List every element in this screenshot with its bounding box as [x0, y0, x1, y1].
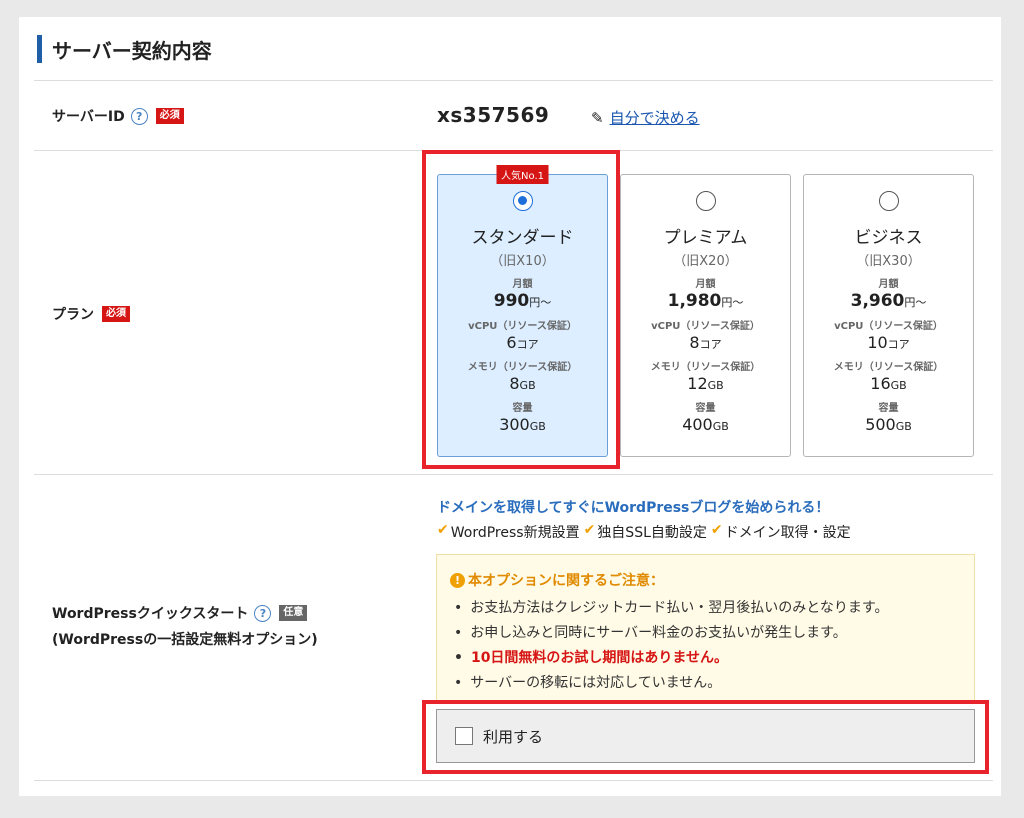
section-title-bar — [37, 35, 42, 63]
spec-label-storage: 容量 — [878, 403, 899, 414]
highlight-frame-plan — [422, 150, 620, 469]
optional-badge: 任意 — [279, 605, 308, 621]
plan-label-text: プラン — [52, 307, 94, 323]
section-title: サーバー契約内容 — [37, 35, 212, 63]
spec-label-memory: メモリ（リソース保証） — [833, 362, 944, 373]
feature-item: WordPress新規設置 — [450, 525, 580, 541]
notice-item: お申し込みと同時にサーバー料金のお支払いが発生します。 — [450, 621, 974, 646]
notice-item: サーバーの移転には対応していません。 — [450, 671, 974, 696]
wp-quick-label-line1: WordPressクイックスタート ? 任意 — [52, 603, 308, 623]
help-icon[interactable]: ? — [254, 604, 272, 622]
notice-title-text: 本オプションに関するご注意： — [468, 573, 664, 589]
plan-name: プレミアム — [663, 228, 748, 248]
notice-list: お支払方法はクレジットカード払い・翌月後払いのみとなります。 お申し込みと同時に… — [450, 596, 974, 696]
spec-label-memory: メモリ（リソース保証） — [650, 362, 761, 373]
self-decide: ✎ 自分で決める — [591, 107, 700, 128]
help-icon[interactable]: ? — [130, 107, 148, 125]
notice-title: ! 本オプションに関するご注意： — [450, 570, 974, 590]
required-badge: 必須 — [155, 108, 184, 124]
plan-card-business[interactable]: ビジネス （旧X30） 月額 3,960円～ vCPU（リソース保証） 10コア… — [803, 174, 974, 457]
divider — [34, 80, 993, 81]
check-icon: ✔ — [583, 522, 596, 538]
plan-card-premium[interactable]: プレミアム （旧X20） 月額 1,980円～ vCPU（リソース保証） 8コア… — [620, 174, 791, 457]
plan-radio-business[interactable] — [878, 191, 899, 211]
plan-storage: 500GB — [865, 415, 912, 434]
wp-quick-headline: ドメインを取得してすぐにWordPressブログを始められる！ — [437, 500, 830, 516]
server-contract-panel: サーバー契約内容 サーバーID ? 必須 xs357569 ✎ 自分で決める プ… — [19, 17, 1001, 796]
plan-storage: 400GB — [682, 415, 729, 434]
pencil-icon: ✎ — [591, 108, 604, 127]
feature-item: ドメイン取得・設定 — [724, 525, 851, 541]
plan-price: 3,960円～ — [850, 291, 927, 311]
spec-label-storage: 容量 — [695, 403, 716, 414]
plan-vcpu: 10コア — [867, 333, 910, 352]
highlight-frame-use — [422, 700, 989, 774]
warning-icon: ! — [450, 572, 465, 588]
check-icon: ✔ — [437, 522, 449, 538]
plan-memory: 12GB — [687, 374, 724, 393]
spec-label-vcpu: vCPU（リソース保証） — [651, 321, 760, 332]
wp-quick-label-text: WordPressクイックスタート — [52, 606, 249, 622]
plan-vcpu: 8コア — [689, 333, 722, 352]
required-badge: 必須 — [102, 306, 130, 322]
wp-quick-label: WordPressクイックスタート ? 任意 (WordPressの一括設定無料… — [52, 603, 318, 649]
divider — [34, 780, 993, 781]
section-title-text: サーバー契約内容 — [52, 38, 212, 63]
spec-label-monthly: 月額 — [878, 279, 899, 290]
plan-old-name: （旧X20） — [673, 254, 738, 269]
plan-memory: 16GB — [870, 374, 907, 393]
divider — [34, 474, 993, 475]
server-id-value: xs357569 — [437, 103, 550, 127]
spec-label-monthly: 月額 — [695, 279, 716, 290]
plan-price: 1,980円～ — [667, 291, 744, 311]
wp-quick-features: ✔ WordPress新規設置 ✔ 独自SSL自動設定 ✔ ドメイン取得・設定 — [437, 522, 855, 542]
notice-box: ! 本オプションに関するご注意： お支払方法はクレジットカード払い・翌月後払いの… — [436, 554, 975, 701]
server-id-label: サーバーID ? 必須 — [52, 106, 184, 126]
wp-quick-label-sub: (WordPressの一括設定無料オプション) — [52, 632, 318, 648]
plan-label: プラン 必須 — [52, 304, 130, 324]
check-icon: ✔ — [710, 522, 723, 538]
server-id-label-text: サーバーID — [52, 109, 125, 125]
spec-label-vcpu: vCPU（リソース保証） — [834, 321, 943, 332]
plan-radio-premium[interactable] — [695, 191, 716, 211]
notice-item: お支払方法はクレジットカード払い・翌月後払いのみとなります。 — [450, 596, 974, 621]
plan-old-name: （旧X30） — [856, 254, 921, 269]
plan-name: ビジネス — [854, 228, 923, 248]
notice-item-warning: 10日間無料のお試し期間はありません。 — [450, 646, 974, 671]
self-decide-link[interactable]: 自分で決める — [610, 107, 700, 128]
feature-item: 独自SSL自動設定 — [597, 525, 707, 541]
